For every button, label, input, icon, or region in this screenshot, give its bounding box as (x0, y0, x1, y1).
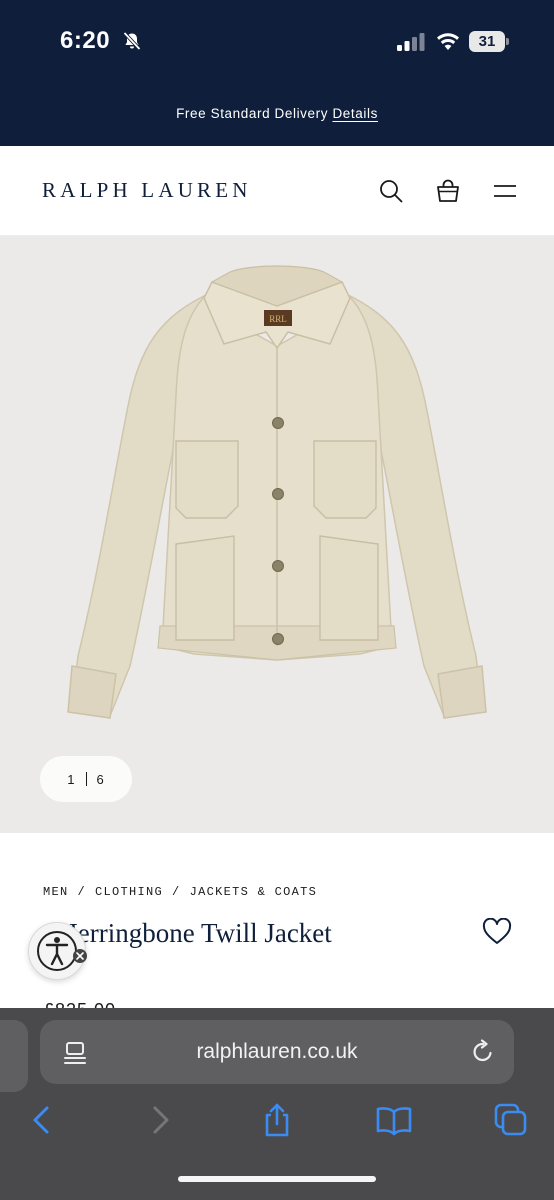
forward-icon[interactable] (142, 1102, 178, 1138)
breadcrumb: MEN / CLOTHING / JACKETS & COATS (43, 885, 317, 899)
breadcrumb-separator: / (77, 885, 87, 899)
breadcrumb-clothing[interactable]: CLOTHING (95, 885, 163, 899)
address-bar[interactable]: ralphlauren.co.uk (40, 1020, 514, 1084)
accessibility-icon (37, 931, 87, 971)
share-icon[interactable] (259, 1102, 295, 1138)
home-indicator[interactable] (178, 1176, 376, 1182)
breadcrumb-jackets[interactable]: JACKETS & COATS (190, 885, 318, 899)
promo-text: Free Standard Delivery (176, 106, 329, 121)
battery-level: 31 (469, 31, 505, 52)
site-header: RALPH LAUREN (0, 146, 554, 236)
gallery-current: 1 (67, 771, 76, 787)
back-icon[interactable] (24, 1102, 60, 1138)
bell-slash-icon (123, 31, 141, 51)
counter-divider (85, 772, 87, 786)
gallery-counter: 1 6 (40, 756, 132, 802)
menu-icon[interactable] (491, 177, 519, 205)
breadcrumb-separator: / (172, 885, 181, 899)
url-text[interactable]: ralphlauren.co.uk (40, 1020, 514, 1084)
brand-logo[interactable]: RALPH LAUREN (42, 178, 252, 203)
battery-tip (506, 38, 509, 45)
previous-tab-preview[interactable] (0, 1020, 28, 1092)
tabs-icon[interactable] (493, 1102, 529, 1138)
battery-indicator: 31 (469, 31, 509, 52)
status-time: 6:20 (60, 27, 111, 54)
breadcrumb-men[interactable]: MEN (43, 885, 69, 899)
reload-icon[interactable] (470, 1039, 496, 1065)
svg-text:RRL: RRL (269, 314, 287, 324)
bag-icon[interactable] (434, 177, 462, 205)
signal-icon (397, 33, 425, 51)
bookmarks-icon[interactable] (376, 1102, 412, 1138)
reader-icon[interactable] (62, 1040, 88, 1066)
wifi-icon (437, 33, 459, 50)
product-image-gallery[interactable]: RRL 1 6 (0, 236, 554, 833)
accessibility-widget[interactable] (28, 922, 92, 980)
promo-details-link[interactable]: Details (332, 106, 377, 121)
top-bar: 6:20 31 Free Standard Delivery Details (0, 0, 554, 146)
product-image: RRL (67, 265, 487, 719)
search-icon[interactable] (377, 177, 405, 205)
heart-icon[interactable] (482, 918, 512, 946)
promo-banner: Free Standard Delivery Details (0, 106, 554, 121)
gallery-total: 6 (96, 771, 105, 787)
browser-toolbar: ralphlauren.co.uk (0, 1008, 554, 1200)
